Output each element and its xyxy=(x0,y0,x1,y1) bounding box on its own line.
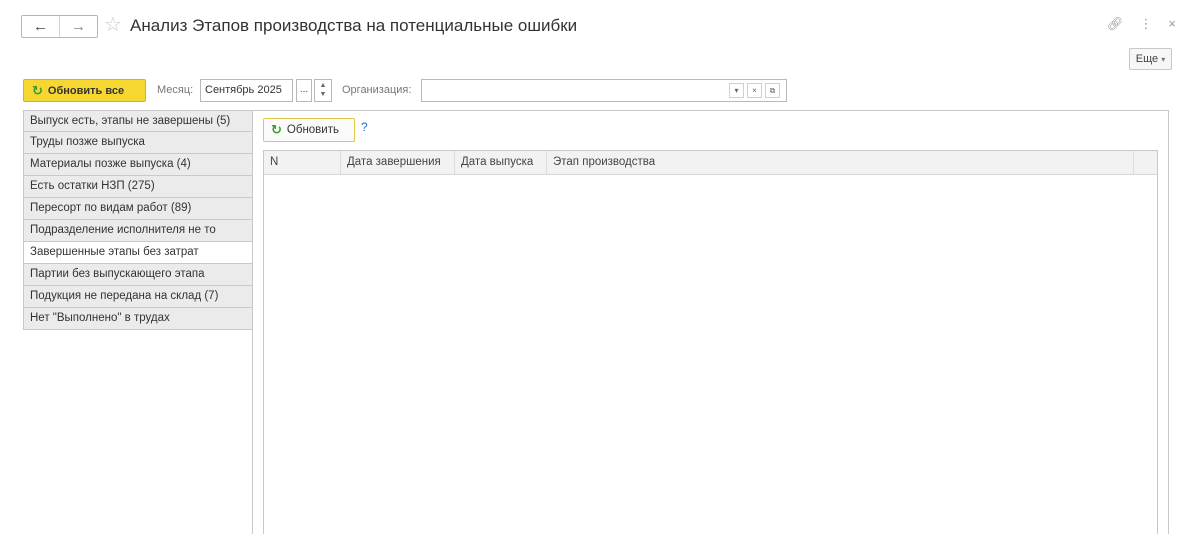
spinner-up-icon[interactable]: ▲ xyxy=(315,81,331,90)
spinner-down-icon[interactable]: ▼ xyxy=(315,90,331,99)
check-list: Выпуск есть, этапы не завершены (5) Труд… xyxy=(23,110,253,330)
month-label: Месяц: xyxy=(157,84,194,96)
refresh-icon: ↻ xyxy=(271,122,282,137)
column-header-completion-date[interactable]: Дата завершения xyxy=(341,151,455,174)
sidebar-item[interactable]: Есть остатки НЗП (275) xyxy=(23,176,253,198)
window-controls: 🔗︎ ⋮ × xyxy=(1107,16,1176,32)
sidebar-item[interactable]: Труды позже выпуска xyxy=(23,132,253,154)
column-header-release-date[interactable]: Дата выпуска xyxy=(455,151,547,174)
chevron-down-icon: ▾ xyxy=(1161,54,1166,64)
table-header: N Дата завершения Дата выпуска Этап прои… xyxy=(264,151,1157,175)
page-title: Анализ Этапов производства на потенциаль… xyxy=(130,16,578,35)
organization-field[interactable]: ▾ × ⧉ xyxy=(421,79,787,102)
dropdown-icon[interactable]: ▾ xyxy=(729,83,744,98)
link-icon[interactable]: 🔗︎ xyxy=(1107,16,1124,32)
sidebar-item-active[interactable]: Завершенные этапы без затрат xyxy=(23,242,253,264)
sidebar-item[interactable]: Подразделение исполнителя не то xyxy=(23,220,253,242)
column-header-spacer xyxy=(1134,151,1157,174)
column-header-production-stage[interactable]: Этап производства xyxy=(547,151,1134,174)
month-select-button[interactable]: ... xyxy=(296,79,312,102)
sidebar-item[interactable]: Нет "Выполнено" в трудах xyxy=(23,308,253,330)
refresh-all-button[interactable]: ↻ Обновить все xyxy=(23,79,146,102)
more-vertical-icon[interactable]: ⋮ xyxy=(1139,16,1152,32)
results-table[interactable]: N Дата завершения Дата выпуска Этап прои… xyxy=(263,150,1158,534)
more-button[interactable]: Еще ▾ xyxy=(1129,48,1172,70)
month-field[interactable]: Сентябрь 2025 xyxy=(200,79,293,102)
more-label: Еще xyxy=(1135,53,1159,65)
refresh-icon: ↻ xyxy=(32,82,43,98)
navigation-buttons: ← → xyxy=(21,15,98,38)
column-header-n[interactable]: N xyxy=(264,151,341,174)
sidebar-item[interactable]: Материалы позже выпуска (4) xyxy=(23,154,253,176)
help-link[interactable]: ? xyxy=(361,120,368,134)
refresh-button[interactable]: ↻ Обновить xyxy=(263,118,355,142)
organization-label: Организация: xyxy=(342,84,412,96)
back-button[interactable]: ← xyxy=(22,16,60,37)
refresh-label: Обновить xyxy=(286,124,339,136)
main-panel: ↻ Обновить ? N Дата завершения Дата выпу… xyxy=(252,110,1169,534)
star-icon[interactable]: ☆ xyxy=(104,13,122,37)
sidebar-item[interactable]: Партии без выпускающего этапа xyxy=(23,264,253,286)
open-icon[interactable]: ⧉ xyxy=(765,83,780,98)
refresh-all-label: Обновить все xyxy=(47,84,125,97)
close-icon[interactable]: × xyxy=(1168,16,1176,32)
sidebar-item[interactable]: Пересорт по видам работ (89) xyxy=(23,198,253,220)
month-spinner[interactable]: ▲ ▼ xyxy=(314,79,332,102)
sidebar-item[interactable]: Подукция не передана на склад (7) xyxy=(23,286,253,308)
sidebar-item[interactable]: Выпуск есть, этапы не завершены (5) xyxy=(23,110,253,132)
clear-icon[interactable]: × xyxy=(747,83,762,98)
forward-button[interactable]: → xyxy=(60,16,97,37)
